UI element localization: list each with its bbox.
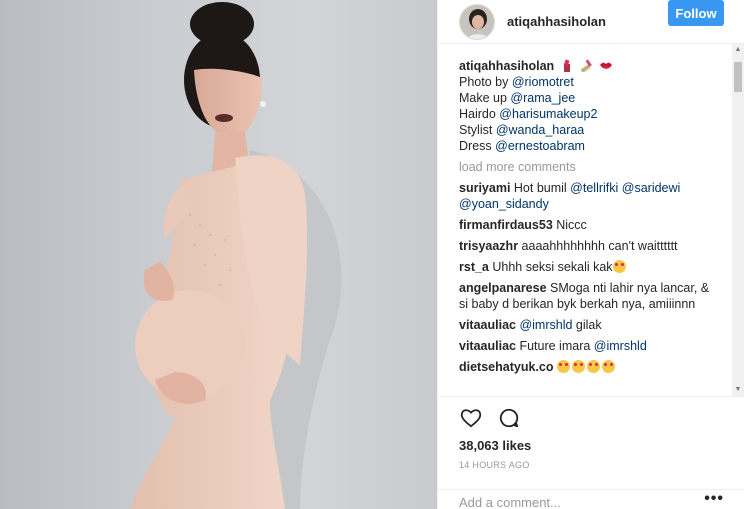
comment-username[interactable]: rst_a — [459, 260, 489, 274]
comment-button[interactable] — [497, 406, 521, 430]
comment-username[interactable]: angelpanarese — [459, 281, 547, 295]
mention-link[interactable]: @rama_jee — [510, 91, 575, 105]
comment-text: aaaahhhhhhhh can't waitttttt — [518, 239, 678, 253]
comment-text: Hot bumil — [510, 181, 571, 195]
caption-line: Make up @rama_jee — [459, 91, 576, 105]
comment-text: Uhhh seksi sekali kak — [488, 260, 613, 274]
caption-username[interactable]: atiqahhasiholan — [459, 59, 554, 73]
comment-username[interactable]: suriyami — [459, 181, 510, 195]
mention-link[interactable]: @wanda_haraa — [496, 123, 584, 137]
comment-username[interactable]: trisyaazhr — [459, 239, 518, 253]
heart-eyes-emoji-icon — [556, 360, 570, 373]
follow-button[interactable]: Follow — [668, 0, 724, 26]
scroll-thumb[interactable] — [734, 62, 742, 92]
more-options-button[interactable]: ••• — [704, 491, 724, 507]
scroll-up-arrow-icon[interactable]: ▲ — [732, 44, 744, 56]
comment-item: vitaauliac Future imara @imrshld — [459, 338, 721, 354]
comment-item: firmanfirdaus53 Niccc — [459, 217, 721, 233]
comment-bubble-icon — [499, 408, 519, 428]
caption-line: Photo by @riomotret — [459, 75, 574, 89]
comments-list: atiqahhasiholan Photo by @riomotret Make… — [459, 58, 721, 396]
comment-username[interactable]: dietsehatyuk.co — [459, 360, 553, 374]
comment-text: Niccc — [552, 218, 587, 232]
post-photo[interactable] — [0, 0, 437, 509]
mention-link[interactable]: @ernestoabram — [495, 139, 585, 153]
photo-illustration — [130, 2, 342, 509]
mention-link[interactable]: @yoan_sidandy — [459, 197, 549, 211]
lipstick-icon — [563, 59, 570, 72]
add-comment-bar: ••• — [438, 489, 744, 509]
comment-item: suriyami Hot bumil @tellrifki @saridewi … — [459, 180, 721, 212]
heart-eyes-emoji-icon — [601, 360, 615, 373]
author-avatar[interactable] — [459, 3, 495, 40]
avatar-image — [460, 4, 494, 39]
add-comment-input[interactable] — [459, 495, 689, 509]
author-username[interactable]: atiqahhasiholan — [507, 14, 606, 29]
mention-link[interactable]: @saridewi — [622, 181, 681, 195]
post-caption: atiqahhasiholan Photo by @riomotret Make… — [459, 58, 721, 154]
comment-username[interactable]: firmanfirdaus53 — [459, 218, 553, 232]
likes-count[interactable]: 38,063 likes — [459, 438, 531, 453]
mention-link[interactable]: @imrshld — [594, 339, 647, 353]
comment-text: Future imara — [515, 339, 594, 353]
mention-link[interactable]: @riomotret — [512, 75, 574, 89]
load-more-comments-link[interactable]: load more comments — [459, 158, 721, 176]
caption-line: Stylist @wanda_haraa — [459, 123, 585, 137]
comment-item: dietsehatyuk.co — [459, 359, 721, 375]
comments-scrollbar[interactable]: ▲ ▼ — [732, 44, 744, 396]
comment-item: angelpanarese SMoga nti lahir nya lancar… — [459, 280, 721, 312]
nail-polish-icon — [580, 59, 593, 72]
heart-eyes-emoji-icon — [571, 360, 585, 373]
like-button[interactable] — [459, 406, 483, 430]
comment-item: rst_a Uhhh seksi sekali kak — [459, 259, 721, 275]
caption-line: Dress @ernestoabram — [459, 139, 585, 153]
heart-eyes-emoji-icon — [612, 260, 626, 273]
scroll-down-arrow-icon[interactable]: ▼ — [732, 384, 744, 396]
comment-item: trisyaazhr aaaahhhhhhhh can't waitttttt — [459, 238, 721, 254]
comment-username[interactable]: vitaauliac — [459, 318, 516, 332]
mention-link[interactable]: @harisumakeup2 — [499, 107, 597, 121]
mention-link[interactable]: @imrshld — [516, 318, 572, 332]
heart-eyes-emoji-icon — [586, 360, 600, 373]
comment-username[interactable]: vitaauliac — [459, 339, 516, 353]
post-timestamp[interactable]: 14 HOURS AGO — [459, 460, 530, 470]
comment-text: gilak — [572, 318, 602, 332]
heart-icon — [460, 409, 482, 428]
comment-entries: suriyami Hot bumil @tellrifki @saridewi … — [459, 180, 721, 375]
lips-icon — [599, 62, 612, 69]
post-details-panel: atiqahhasiholan Follow atiqahhasiholan P… — [437, 0, 744, 509]
post-header: atiqahhasiholan Follow — [438, 0, 744, 44]
caption-line: Hairdo @harisumakeup2 — [459, 107, 598, 121]
comment-item: vitaauliac @imrshld gilak — [459, 317, 721, 333]
mention-link[interactable]: @tellrifki — [570, 181, 618, 195]
post-actions: 38,063 likes 14 HOURS AGO ••• — [438, 396, 744, 509]
action-icons — [459, 406, 521, 430]
